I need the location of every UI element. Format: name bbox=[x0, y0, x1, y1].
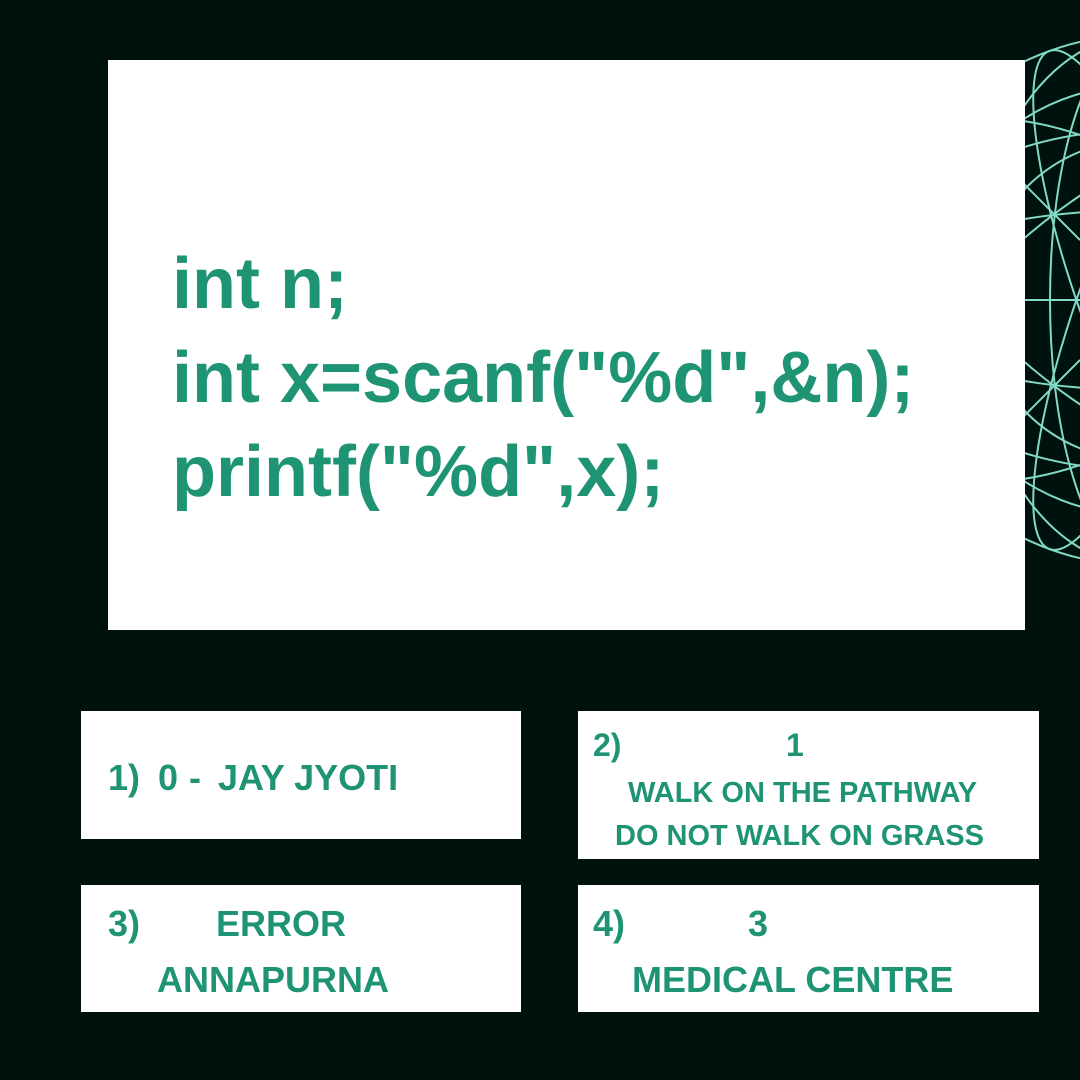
option-2-card[interactable]: 2) 1 WALK ON THE PATHWAY DO NOT WALK ON … bbox=[578, 711, 1039, 859]
option-2-number: 2) bbox=[593, 727, 622, 763]
code-line-2: int x=scanf("%d",&n); bbox=[172, 338, 915, 418]
option-2-answer: 1 bbox=[786, 727, 804, 763]
option-1-answer: 0 bbox=[158, 757, 179, 798]
option-3-card[interactable]: 3) ERROR ANNAPURNA bbox=[81, 885, 521, 1012]
option-3-answer: ERROR bbox=[216, 903, 347, 944]
code-line-1: int n; bbox=[172, 244, 348, 324]
option-2-tag-line-1: WALK ON THE PATHWAY bbox=[628, 777, 978, 809]
option-4-tag: MEDICAL CENTRE bbox=[632, 959, 954, 1000]
option-1-number: 1) bbox=[108, 757, 141, 798]
option-1-card[interactable]: 1) 0 - JAY JYOTI bbox=[81, 711, 521, 839]
option-4-answer: 3 bbox=[748, 903, 769, 944]
option-3-tag: ANNAPURNA bbox=[157, 959, 389, 1000]
option-2-tag-line-2: DO NOT WALK ON GRASS bbox=[615, 820, 984, 852]
option-1-tag: JAY JYOTI bbox=[218, 757, 399, 798]
option-1-separator: - bbox=[189, 757, 201, 798]
option-4-card[interactable]: 4) 3 MEDICAL CENTRE bbox=[578, 885, 1039, 1012]
code-card: int n; int x=scanf("%d",&n); printf("%d"… bbox=[108, 60, 1025, 630]
code-line-3: printf("%d",x); bbox=[172, 432, 665, 512]
option-3-number: 3) bbox=[108, 903, 141, 944]
option-4-number: 4) bbox=[593, 903, 626, 944]
